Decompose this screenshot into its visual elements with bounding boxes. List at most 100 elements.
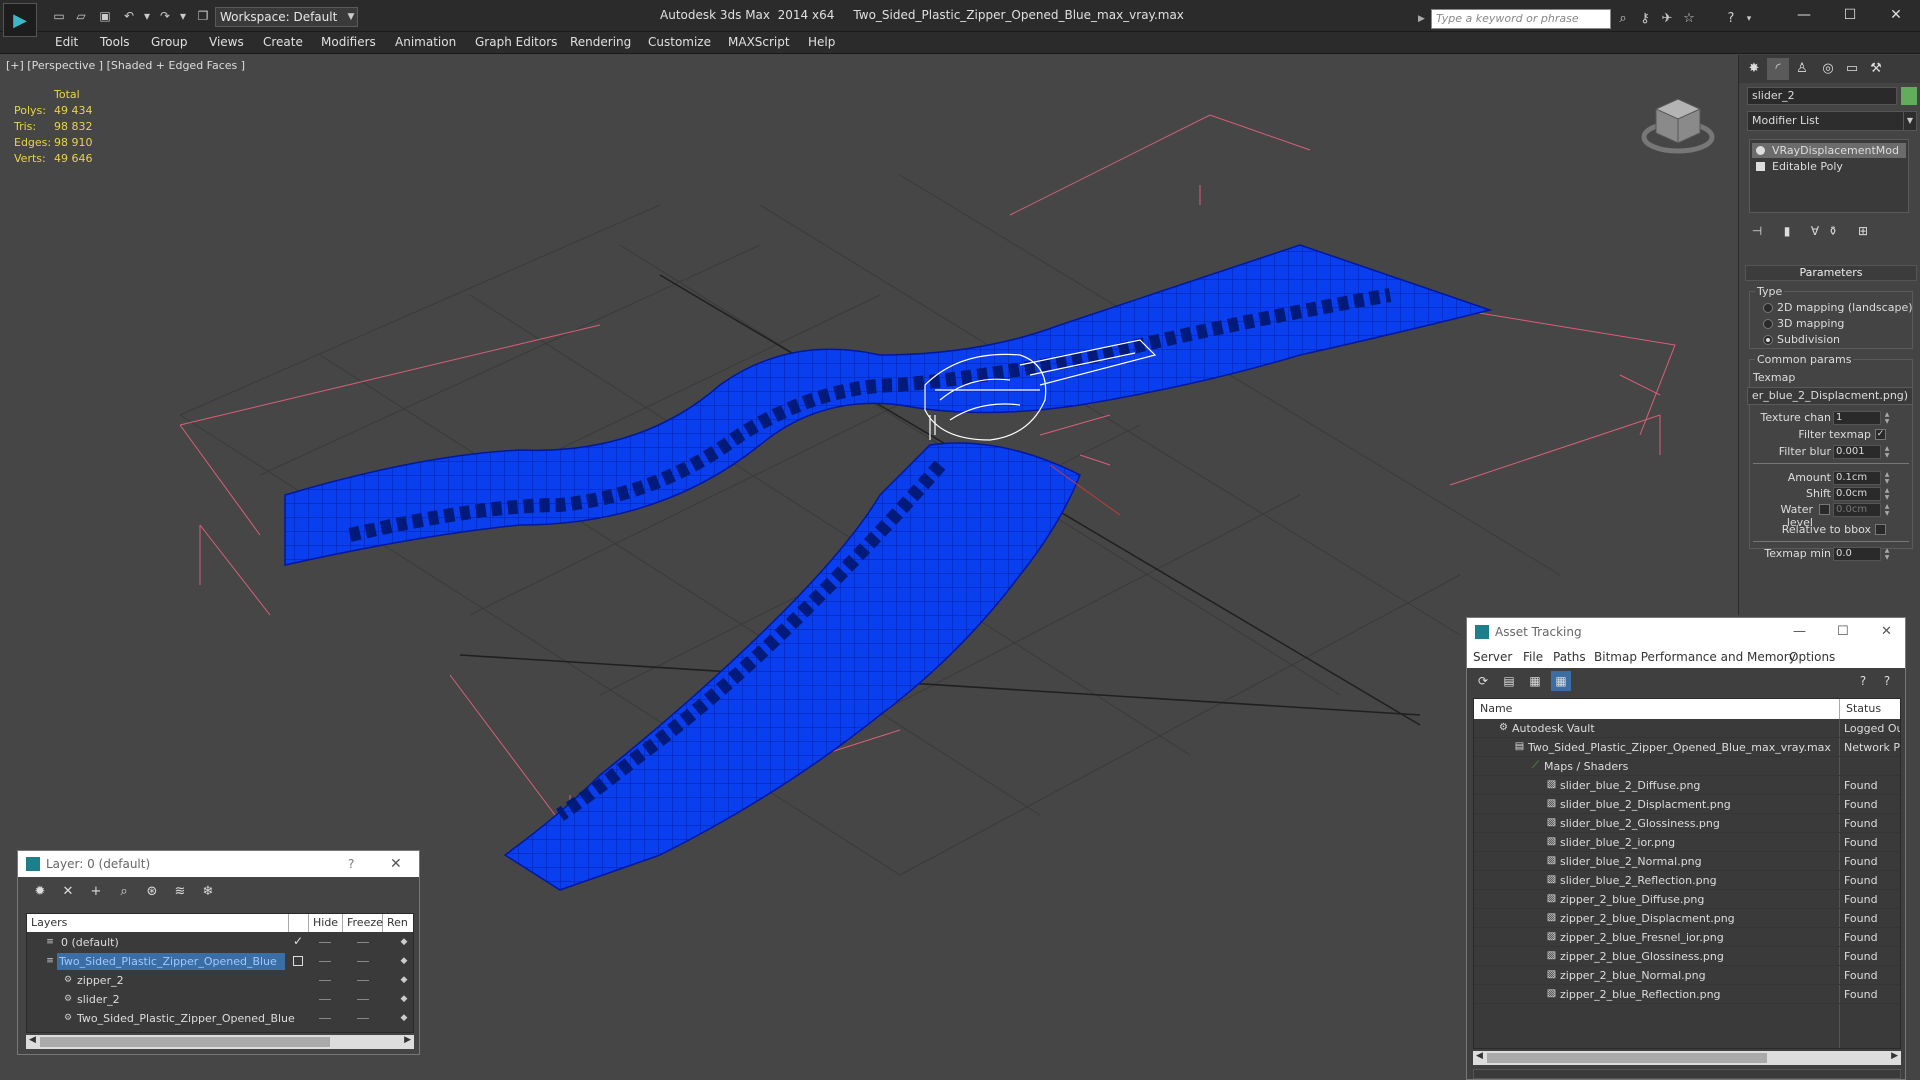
table-row[interactable]: ▧ zipper_2_blue_Displacment.png Found — [1474, 909, 1900, 928]
viewport-label[interactable]: [+] [Perspective ] [Shaded + Edged Faces… — [6, 59, 245, 72]
table-row[interactable]: ▧ zipper_2_blue_Fresnel_ior.png Found — [1474, 928, 1900, 947]
menu-rendering[interactable]: Rendering — [570, 35, 631, 49]
column-header-render[interactable]: Ren — [383, 914, 413, 932]
table-row[interactable]: ▧ slider_blue_2_Diffuse.png Found — [1474, 776, 1900, 795]
object-name-field[interactable]: slider_2 — [1747, 87, 1897, 105]
binoculars-icon[interactable]: ⌕ — [1614, 11, 1632, 27]
scrollbar-thumb[interactable] — [40, 1037, 330, 1047]
expand-plus-icon[interactable] — [1756, 162, 1765, 171]
freeze-toggle[interactable] — [357, 999, 369, 1000]
help-icon[interactable]: ? — [1722, 11, 1740, 27]
table-row[interactable]: ≡ Two_Sided_Plastic_Zipper_Opened_Blue ◆ — [27, 952, 413, 971]
table-row[interactable]: ⚙ Autodesk Vault Logged Ou — [1474, 719, 1900, 738]
maximize-button[interactable]: ☐ — [1828, 4, 1872, 26]
menu-file[interactable]: File — [1523, 650, 1543, 664]
minimize-button[interactable]: — — [1782, 4, 1826, 26]
table-view-icon[interactable]: ▦ — [1551, 671, 1571, 691]
menu-views[interactable]: Views — [209, 35, 244, 49]
filter-texmap-checkbox[interactable]: ✓ — [1875, 429, 1886, 440]
stack-item-editable-poly[interactable]: Editable Poly — [1752, 159, 1906, 174]
scroll-right-icon[interactable]: ▶ — [404, 1035, 411, 1045]
menu-bitmap-performance[interactable]: Bitmap Performance and Memory — [1594, 650, 1796, 664]
make-unique-icon[interactable]: ∀ — [1805, 221, 1825, 241]
spinner-icon[interactable]: ▲ ▼ — [1883, 503, 1891, 517]
scroll-left-icon[interactable]: ◀ — [1476, 1051, 1483, 1061]
table-row[interactable]: ▧ slider_blue_2_Displacment.png Found — [1474, 795, 1900, 814]
freeze-toggle[interactable] — [357, 1018, 369, 1019]
display-tab-icon[interactable]: ▭ — [1841, 58, 1863, 80]
new-layer-icon[interactable]: ✹ — [30, 882, 50, 902]
hide-toggle[interactable] — [319, 980, 331, 981]
table-row[interactable]: ▧ slider_blue_2_Normal.png Found — [1474, 852, 1900, 871]
close-icon[interactable]: ✕ — [1881, 618, 1892, 646]
new-file-icon[interactable]: ▭ — [50, 8, 68, 24]
menu-tools[interactable]: Tools — [100, 35, 130, 49]
table-row[interactable]: ▧ zipper_2_blue_Diffuse.png Found — [1474, 890, 1900, 909]
menu-edit[interactable]: Edit — [55, 35, 78, 49]
utilities-tab-icon[interactable]: ⚒ — [1865, 58, 1887, 80]
delete-layer-icon[interactable]: ✕ — [58, 882, 78, 902]
texmap-min-field[interactable]: 0.0 — [1833, 547, 1881, 561]
column-header-freeze[interactable]: Freeze — [343, 914, 383, 932]
key-icon[interactable]: ⚷ — [1636, 11, 1654, 27]
refresh-icon[interactable]: ⟳ — [1473, 671, 1493, 691]
spinner-icon[interactable]: ▲ ▼ — [1883, 471, 1891, 485]
radio-3d-mapping[interactable]: 3D mapping — [1763, 317, 1844, 330]
scroll-right-icon[interactable]: ▶ — [1891, 1051, 1898, 1061]
render-teapot-icon[interactable]: ◆ — [399, 956, 409, 966]
chevron-down-icon[interactable]: ▼ — [1903, 111, 1917, 131]
vault-help-icon[interactable]: ? — [1853, 671, 1873, 691]
scroll-left-icon[interactable]: ◀ — [29, 1035, 36, 1045]
table-row[interactable]: ⚙ zipper_2 ◆ — [27, 971, 413, 990]
spinner-icon[interactable]: ▲ ▼ — [1883, 411, 1891, 425]
menu-group[interactable]: Group — [151, 35, 188, 49]
viewcube-icon[interactable] — [1638, 85, 1718, 165]
subscription-icon[interactable]: ✈ — [1658, 11, 1676, 27]
help-button[interactable]: ? — [348, 851, 354, 877]
horizontal-scrollbar[interactable]: ◀ ▶ — [26, 1035, 414, 1049]
stack-item-vraydisplacementmod[interactable]: VRayDisplacementMod — [1752, 143, 1906, 158]
column-header-layers[interactable]: Layers — [27, 914, 289, 932]
help-icon[interactable]: ? — [1877, 671, 1897, 691]
freeze-all-icon[interactable]: ❄ — [198, 882, 218, 902]
minimize-button[interactable]: — — [1793, 618, 1806, 646]
table-row[interactable]: ⟋ Maps / Shaders — [1474, 757, 1900, 776]
water-level-field[interactable]: 0.0cm — [1833, 503, 1881, 517]
highlight-layer-icon[interactable]: ⊛ — [142, 882, 162, 902]
menu-options[interactable]: Options — [1789, 650, 1835, 664]
table-row[interactable]: ▧ slider_blue_2_Reflection.png Found — [1474, 871, 1900, 890]
object-color-swatch[interactable] — [1901, 87, 1917, 105]
menu-modifiers[interactable]: Modifiers — [321, 35, 376, 49]
spinner-icon[interactable]: ▲ ▼ — [1883, 445, 1891, 459]
tree-view-icon[interactable]: ▦ — [1525, 671, 1545, 691]
current-layer-check-icon[interactable]: ✓ — [293, 934, 303, 948]
list-view-icon[interactable]: ▤ — [1499, 671, 1519, 691]
add-to-layer-icon[interactable]: + — [86, 882, 106, 902]
remove-modifier-icon[interactable]: ⚱ — [1823, 221, 1843, 241]
texture-chan-field[interactable]: 1 — [1833, 411, 1881, 425]
modifier-list-dropdown[interactable]: Modifier List — [1747, 111, 1907, 131]
scrollbar-thumb[interactable] — [1487, 1053, 1767, 1063]
table-row[interactable]: ≡ 0 (default) ✓ ◆ — [27, 933, 413, 952]
pin-stack-icon[interactable]: ⊣ — [1747, 221, 1767, 241]
menu-graph-editors[interactable]: Graph Editors — [475, 35, 557, 49]
open-folder-icon[interactable]: ▱ — [72, 8, 90, 24]
hide-toggle[interactable] — [319, 999, 331, 1000]
hide-all-icon[interactable]: ≋ — [170, 882, 190, 902]
menu-maxscript[interactable]: MAXScript — [728, 35, 790, 49]
shift-field[interactable]: 0.0cm — [1833, 487, 1881, 501]
freeze-toggle[interactable] — [357, 980, 369, 981]
rollout-header[interactable]: Parameters — [1745, 265, 1917, 281]
set-current-layer-icon[interactable] — [293, 956, 303, 966]
table-row[interactable]: ⚙ Two_Sided_Plastic_Zipper_Opened_Blue ◆ — [27, 1009, 413, 1028]
radio-2d-mapping[interactable]: 2D mapping (landscape) — [1763, 301, 1913, 314]
hide-toggle[interactable] — [319, 961, 331, 962]
spinner-icon[interactable]: ▲ ▼ — [1883, 547, 1891, 561]
modify-tab-icon[interactable]: ◜ — [1767, 58, 1789, 80]
favorites-star-icon[interactable]: ☆ — [1680, 11, 1698, 27]
hide-toggle[interactable] — [319, 1018, 331, 1019]
lightbulb-icon[interactable] — [1756, 146, 1765, 155]
menu-create[interactable]: Create — [263, 35, 303, 49]
menu-help[interactable]: Help — [808, 35, 835, 49]
column-header-name[interactable]: Name — [1474, 699, 1840, 719]
